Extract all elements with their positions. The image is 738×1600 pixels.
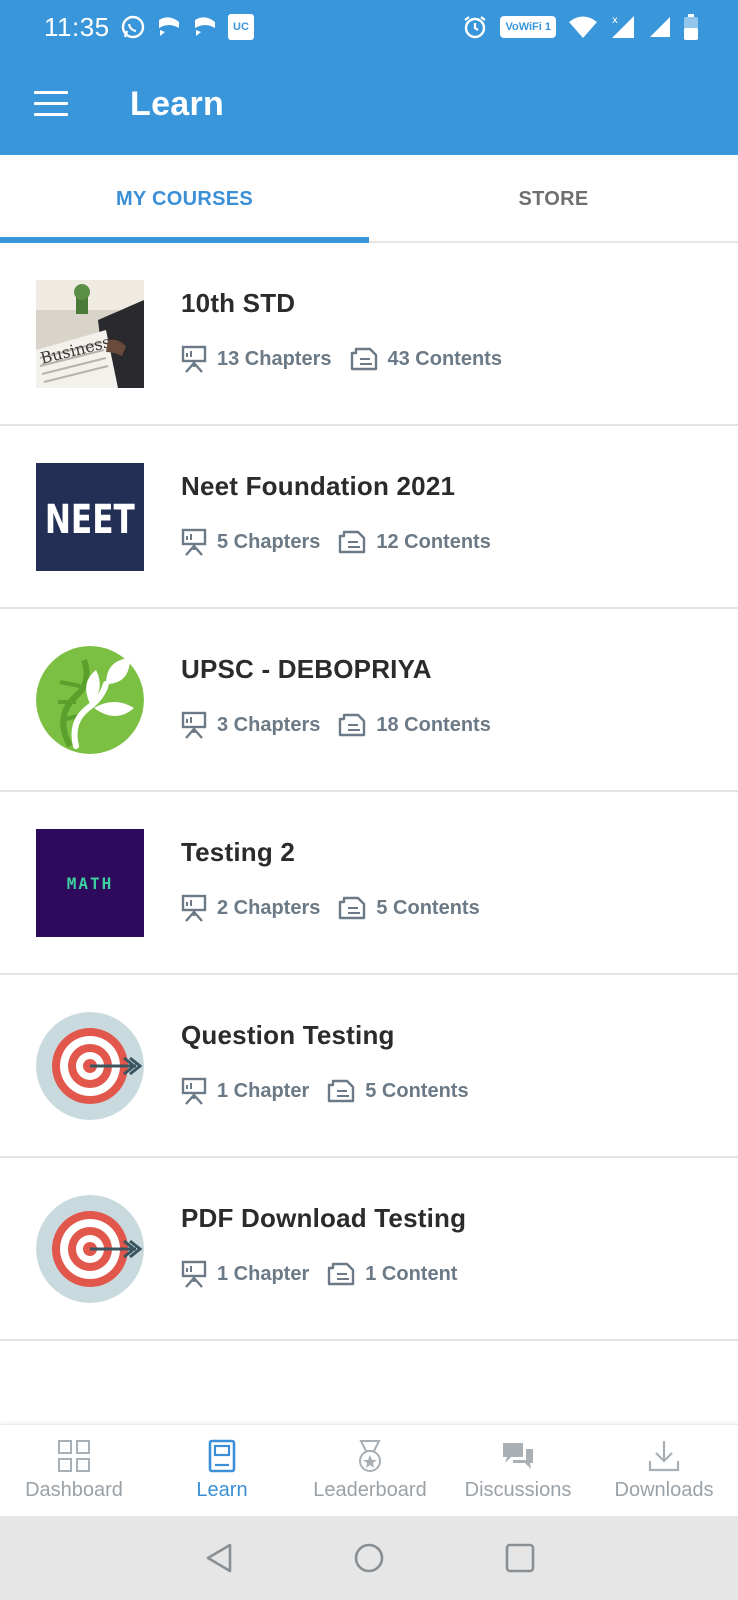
course-meta: 3 Chapters 18 Contents <box>181 711 509 739</box>
document-icon <box>339 713 366 737</box>
course-item-testing-2[interactable]: MATH Testing 2 2 Chapters 5 Contents <box>0 792 738 975</box>
bottom-navigation: Dashboard Learn Leaderboard Discussions … <box>0 1424 738 1516</box>
wifi-icon <box>569 16 597 38</box>
nav-label: Leaderboard <box>313 1479 427 1501</box>
tab-bar: MY COURSES STORE <box>0 155 738 243</box>
course-meta: 1 Chapter 1 Content <box>181 1260 475 1288</box>
course-item-10th-std[interactable]: Business 10th STD 13 Chapters 43 Content… <box>0 243 738 426</box>
nav-dashboard[interactable]: Dashboard <box>0 1425 148 1517</box>
document-icon <box>350 347 377 371</box>
neet-logo: NEET <box>36 463 144 571</box>
recents-icon[interactable] <box>504 1542 536 1574</box>
medal-icon <box>359 1440 381 1472</box>
math-logo: MATH <box>36 829 144 937</box>
content-count: 18 Contents <box>376 713 491 736</box>
course-item-neet-foundation[interactable]: NEET Neet Foundation 2021 5 Chapters 12 … <box>0 426 738 609</box>
chapter-count: 2 Chapters <box>217 896 321 919</box>
course-thumbnail: NEET <box>36 463 144 571</box>
home-icon[interactable] <box>353 1542 385 1574</box>
course-thumbnail: MATH <box>36 829 144 937</box>
app-bar: Learn <box>0 55 738 155</box>
course-title: Testing 2 <box>181 837 296 867</box>
content-count: 12 Contents <box>376 530 491 553</box>
message-icon-2 <box>195 17 215 36</box>
course-thumbnail <box>36 1195 144 1303</box>
thumb-text: MATH <box>67 874 114 893</box>
presentation-board-icon <box>181 1077 207 1105</box>
system-navigation-bar <box>0 1516 738 1600</box>
document-icon <box>328 1262 355 1286</box>
nav-downloads[interactable]: Downloads <box>590 1425 738 1517</box>
course-title: Neet Foundation 2021 <box>181 471 456 501</box>
content-count: 5 Contents <box>376 896 480 919</box>
message-icon <box>159 17 179 36</box>
nav-discussions[interactable]: Discussions <box>444 1425 592 1517</box>
business-newspaper-image: Business <box>36 280 144 388</box>
chapter-count: 5 Chapters <box>217 530 321 553</box>
chapter-count: 1 Chapter <box>217 1262 310 1285</box>
presentation-board-icon <box>181 345 207 373</box>
nav-label: Dashboard <box>25 1479 123 1501</box>
course-thumbnail <box>36 1012 144 1120</box>
signal-icon: x <box>612 15 634 38</box>
course-item-upsc-debopriya[interactable]: UPSC - DEBOPRIYA 3 Chapters 18 Contents <box>0 609 738 792</box>
leaf-dna-logo <box>36 646 144 754</box>
download-icon <box>648 1441 680 1472</box>
course-thumbnail: Business <box>36 280 144 388</box>
course-title: UPSC - DEBOPRIYA <box>181 654 432 684</box>
content-count: 43 Contents <box>387 347 502 370</box>
tab-store[interactable]: STORE <box>369 155 738 243</box>
signal-x: x <box>612 15 618 26</box>
nav-label: Learn <box>196 1479 248 1501</box>
thumb-text: NEET <box>45 497 135 543</box>
signal-icon-2 <box>650 17 670 37</box>
battery-icon <box>684 14 698 40</box>
course-meta: 2 Chapters 5 Contents <box>181 894 498 922</box>
vowifi-badge: VoWiFi 1 <box>500 16 556 38</box>
uc-browser-icon: UC <box>228 14 254 40</box>
chapter-count: 13 Chapters <box>217 347 332 370</box>
document-icon <box>328 1079 355 1103</box>
system-status-icons: VoWiFi 1 x <box>462 14 698 40</box>
alarm-icon <box>464 16 487 39</box>
presentation-board-icon <box>181 711 207 739</box>
chapter-count: 3 Chapters <box>217 713 321 736</box>
dashboard-icon <box>58 1440 90 1472</box>
presentation-board-icon <box>181 528 207 556</box>
course-item-pdf-download-testing[interactable]: PDF Download Testing 1 Chapter 1 Content <box>0 1158 738 1341</box>
chapter-count: 1 Chapter <box>217 1079 310 1102</box>
book-icon <box>208 1439 236 1473</box>
target-icon <box>36 1012 144 1120</box>
page-title: Learn <box>130 85 225 123</box>
nav-leaderboard[interactable]: Leaderboard <box>296 1425 444 1517</box>
course-meta: 1 Chapter 5 Contents <box>181 1077 487 1105</box>
presentation-board-icon <box>181 1260 207 1288</box>
nav-label: Discussions <box>464 1479 572 1501</box>
course-meta: 13 Chapters 43 Contents <box>181 345 520 373</box>
course-item-question-testing[interactable]: Question Testing 1 Chapter 5 Contents <box>0 975 738 1158</box>
document-icon <box>339 530 366 554</box>
content-count: 1 Content <box>365 1262 458 1285</box>
status-time: 11:35 <box>44 12 110 42</box>
course-thumbnail <box>36 646 144 754</box>
hamburger-menu-icon[interactable] <box>34 91 68 117</box>
document-icon <box>339 896 366 920</box>
course-list: Business 10th STD 13 Chapters 43 Content… <box>0 243 738 1341</box>
target-icon <box>36 1195 144 1303</box>
presentation-board-icon <box>181 894 207 922</box>
chat-icon <box>503 1443 533 1469</box>
course-title: Question Testing <box>181 1020 395 1050</box>
course-title: 10th STD <box>181 288 296 318</box>
nav-label: Downloads <box>614 1479 714 1501</box>
notification-icons: UC <box>120 14 254 40</box>
whatsapp-icon <box>121 15 145 39</box>
course-title: PDF Download Testing <box>181 1203 467 1233</box>
content-count: 5 Contents <box>365 1079 469 1102</box>
status-bar: 11:35 UC VoWiFi 1 x <box>0 0 738 55</box>
nav-learn[interactable]: Learn <box>148 1425 296 1517</box>
tab-my-courses[interactable]: MY COURSES <box>0 155 369 243</box>
back-icon[interactable] <box>204 1542 236 1574</box>
course-meta: 5 Chapters 12 Contents <box>181 528 509 556</box>
